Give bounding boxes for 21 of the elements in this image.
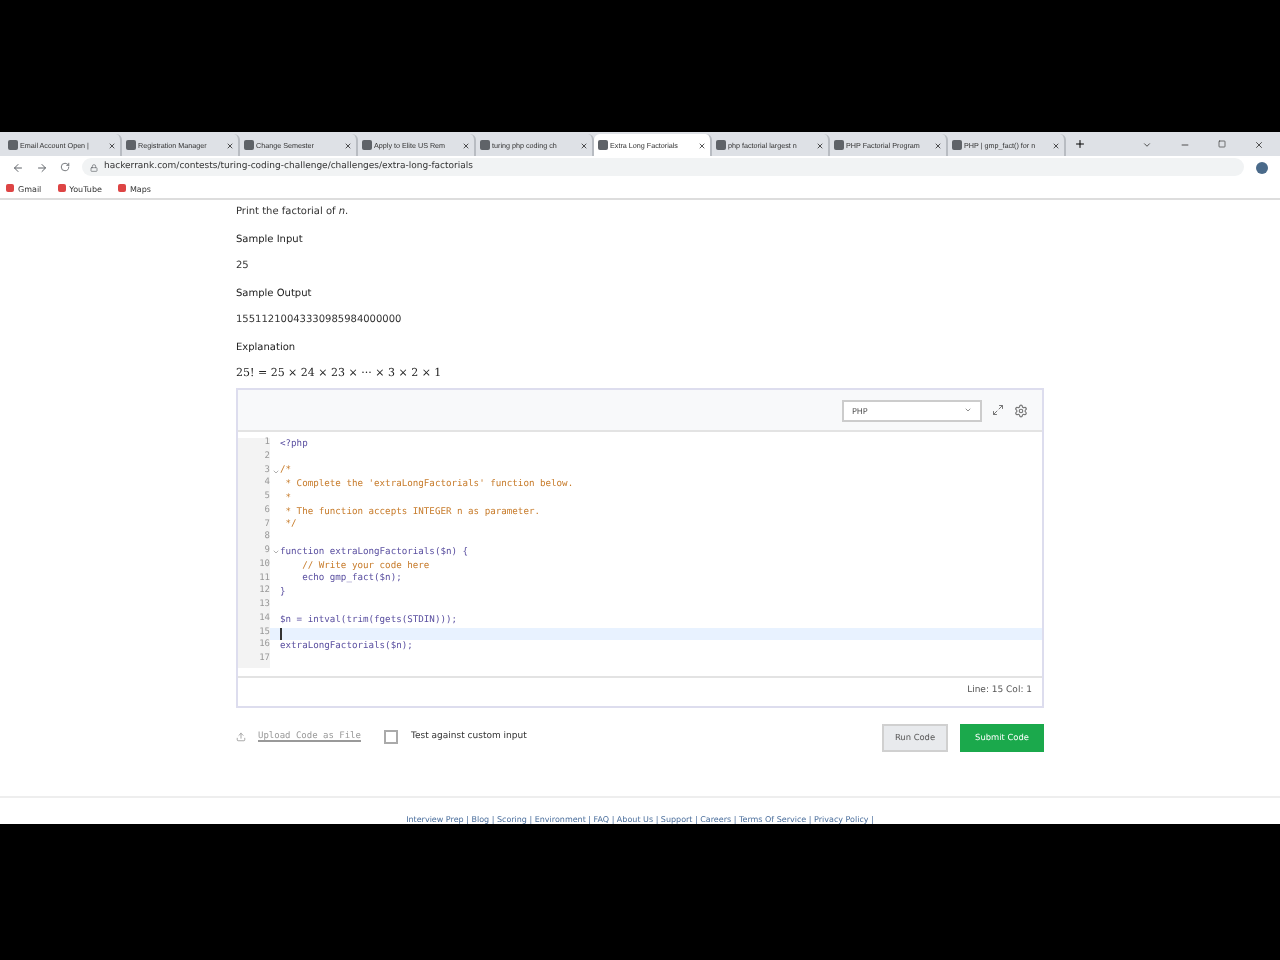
back-icon[interactable] (12, 161, 24, 173)
favicon-icon (8, 140, 18, 150)
tab-search-icon[interactable] (1142, 139, 1152, 149)
maximize-icon[interactable] (1218, 139, 1226, 147)
favicon-icon (126, 140, 136, 150)
favicon-icon (716, 140, 726, 150)
favicon-icon (244, 140, 254, 150)
settings-icon[interactable] (1014, 403, 1028, 417)
lock-icon (90, 163, 98, 171)
custom-input-checkbox[interactable] (384, 730, 399, 745)
favicon-icon (952, 140, 962, 150)
favicon-icon (480, 140, 490, 150)
favicon-icon (598, 140, 608, 150)
favicon-icon (362, 140, 372, 150)
forward-icon[interactable] (36, 161, 48, 173)
text-cursor (280, 627, 282, 640)
reload-icon[interactable] (60, 162, 70, 172)
profile-avatar[interactable] (1256, 161, 1268, 173)
new-tab-icon[interactable] (1074, 138, 1086, 150)
favicon-icon (834, 140, 844, 150)
upload-icon (236, 732, 246, 743)
